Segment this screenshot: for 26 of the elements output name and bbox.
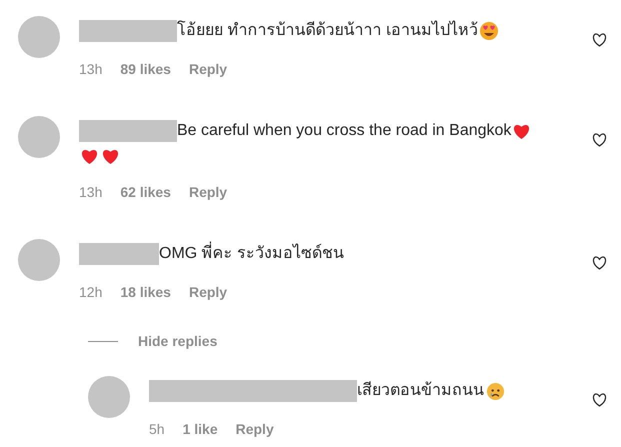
comment-time: 12h bbox=[79, 283, 102, 301]
comment-time: 13h bbox=[79, 60, 102, 78]
heart-eyes-emoji-icon bbox=[478, 21, 499, 41]
comment-text: โอ้ยยย ทำการบ้านดีด้วยน้าาา เอานมไปไหว้ bbox=[177, 20, 478, 41]
like-button[interactable] bbox=[591, 255, 607, 271]
heart-emoji-icon bbox=[512, 122, 532, 140]
heart-emoji-icon bbox=[101, 148, 120, 165]
likes-count[interactable]: 62 likes bbox=[120, 183, 171, 201]
like-button[interactable] bbox=[591, 392, 607, 408]
hide-replies-button[interactable]: Hide replies bbox=[138, 331, 218, 352]
like-button[interactable] bbox=[591, 32, 607, 48]
reply-link[interactable]: Reply bbox=[188, 183, 228, 201]
likes-count[interactable]: 89 likes bbox=[120, 60, 171, 78]
like-button[interactable] bbox=[591, 132, 607, 148]
comment-text: Be careful when you cross the road in Bangkok bbox=[177, 121, 512, 141]
likes-count[interactable]: 1 like bbox=[182, 420, 218, 438]
reply-link[interactable]: Reply bbox=[188, 60, 228, 78]
comment-text: OMG พี่คะ ระวังมอไซด์ชน bbox=[159, 243, 344, 265]
reply-link[interactable]: Reply bbox=[188, 283, 228, 301]
heart-emoji-icon bbox=[80, 148, 99, 165]
comment-time: 13h bbox=[79, 183, 102, 201]
comment-text: เสียวตอนข้ามถนน bbox=[357, 380, 484, 401]
likes-count[interactable]: 18 likes bbox=[120, 283, 171, 301]
reply-link[interactable]: Reply bbox=[236, 420, 274, 438]
sad-face-emoji-icon bbox=[486, 382, 505, 400]
comment-time: 5h bbox=[149, 420, 165, 438]
